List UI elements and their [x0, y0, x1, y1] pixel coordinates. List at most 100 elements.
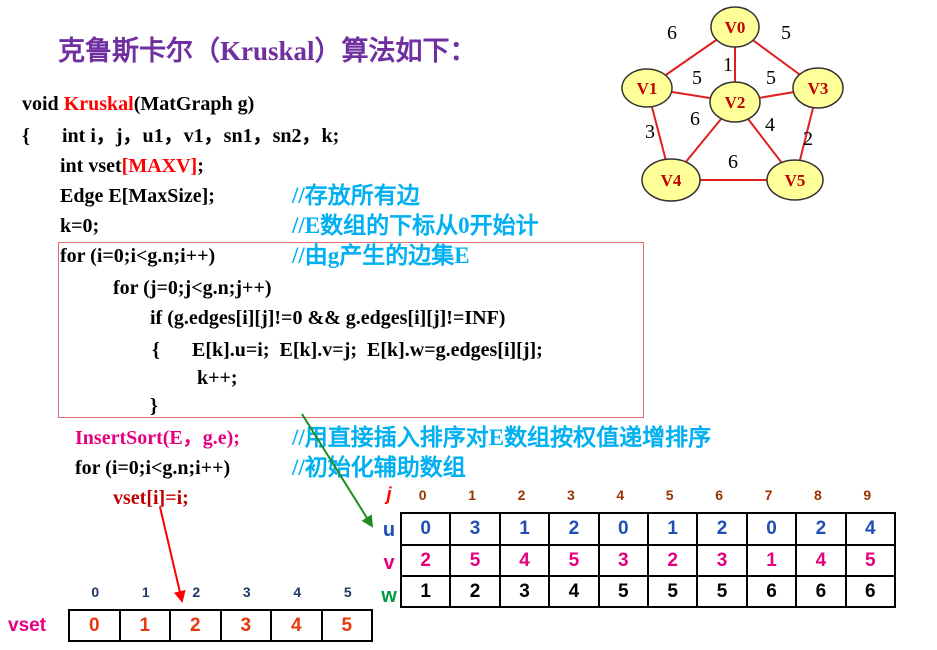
code-line-for-i: for (i=0;i<g.n;i++)	[60, 245, 216, 267]
edge-table-cell: 3	[698, 546, 748, 577]
graph-node-label: V5	[785, 171, 806, 190]
code-comment: //用直接插入排序对E数组按权值递增排序	[292, 425, 712, 450]
edge-v1-v4	[646, 87, 672, 181]
edge-weight-v4-v5: 6	[728, 151, 738, 173]
edge-index-label: 4	[616, 487, 625, 503]
edge-weight-v2-v5: 4	[765, 114, 775, 136]
edge-index-label: 7	[764, 487, 773, 503]
edge-weight-v1-v4: 3	[645, 121, 655, 143]
graph-edge-weights: 6 5 1 5 5 3 6 4 2 6	[645, 22, 813, 173]
edge-table-cell: 5	[846, 546, 896, 577]
vset-cell: 5	[322, 611, 373, 642]
vset-index-label: 2	[192, 584, 201, 600]
graph-node-v4: V4	[641, 158, 701, 202]
edge-table-cell: 1	[747, 546, 798, 577]
edge-table-cell: 2	[550, 514, 600, 546]
graph-node-label: V2	[725, 93, 746, 112]
code-text: (MatGraph g)	[133, 93, 255, 115]
edge-table-cell: 5	[550, 546, 600, 577]
edge-v2-v4	[670, 101, 736, 181]
vset-index-label: 3	[242, 584, 251, 600]
vset-index-row: 0 1 2 3 4 5	[70, 582, 373, 602]
graph-nodes: V0 V1 V2 V3 V4 V5	[621, 6, 844, 202]
edge-table-cell: 2	[402, 546, 452, 577]
vset-cell: 0	[70, 611, 121, 642]
graph-edges	[646, 26, 819, 181]
code-comment: //初始化辅助数组	[292, 455, 466, 480]
edge-table-cell: 4	[500, 546, 551, 577]
edge-index-label: 8	[813, 487, 822, 503]
edge-table-cell: 0	[402, 514, 452, 546]
graph-node-label: V1	[637, 79, 658, 98]
edge-table-cell: 5	[649, 577, 699, 608]
code-close-brace: }	[150, 395, 158, 417]
edge-index-header: j	[386, 484, 392, 504]
edge-table-cell: 6	[797, 577, 847, 608]
code-line-for-j: for (j=0;j<g.n;j++)	[113, 277, 272, 299]
code-line-vset-decl: int vset[MAXV];	[60, 154, 204, 178]
vset-cell: 1	[120, 611, 171, 642]
code-line-declarations: int i，j，u1，v1，sn1，sn2，k;	[62, 125, 340, 147]
code-comment: //E数组的下标从0开始计	[292, 213, 539, 238]
code-comment: //存放所有边	[292, 183, 420, 208]
vset-array-table: 012345	[68, 609, 373, 642]
edge-array-table: 031201202425453231451234555666	[400, 512, 896, 608]
code-line-k-init: k=0;	[60, 215, 100, 237]
code-open-brace: {	[152, 339, 160, 361]
edge-table-cell: 3	[599, 546, 649, 577]
code-text: void	[22, 93, 64, 115]
edge-weight-v0-v1: 6	[667, 22, 677, 44]
edge-row-label-w: w	[381, 585, 397, 607]
edge-weight-v2-v4: 6	[690, 108, 700, 130]
edge-row-label-u: u	[382, 519, 396, 541]
graph-node-label: V4	[661, 171, 682, 190]
code-line-insert-sort: InsertSort(E，g.e);	[75, 427, 240, 449]
edge-index-label: 6	[715, 487, 723, 503]
edge-weight-v0-v2: 1	[723, 54, 733, 76]
edge-table-cell: 0	[599, 514, 649, 546]
edge-index-label: 9	[863, 487, 872, 503]
vset-index-label: 0	[91, 584, 100, 600]
edge-table-cell: 2	[451, 577, 501, 608]
weighted-graph: 6 5 1 5 5 3 6 4 2 6 V0 V1 V2 V3 V4 V5	[621, 6, 844, 202]
edge-index-label: 1	[468, 487, 476, 503]
vset-index-label: 1	[141, 584, 150, 600]
edge-v0-v3	[734, 26, 819, 89]
code-open-brace: {	[22, 125, 30, 147]
code-line-signature: void Kruskal(MatGraph g)	[22, 92, 254, 116]
edge-table-cell: 2	[649, 546, 699, 577]
graph-node-v0: V0	[710, 6, 760, 48]
edge-table-cell: 4	[797, 546, 847, 577]
edge-v0-v1	[646, 26, 736, 89]
edge-table-cell: 6	[846, 577, 896, 608]
vset-index-label: 4	[293, 584, 302, 600]
code-highlight: [MAXV]	[121, 155, 198, 177]
edge-v2-v5	[734, 101, 796, 181]
edge-weight-v0-v3: 5	[781, 22, 791, 44]
graph-node-v2: V2	[709, 81, 761, 123]
edge-index-label: 0	[418, 487, 427, 503]
slide-title: 克鲁斯卡尔（Kruskal）算法如下：	[58, 36, 477, 66]
edge-collection-box	[58, 242, 644, 418]
edge-table-cell: 1	[402, 577, 452, 608]
vset-label: vset	[8, 615, 47, 636]
graph-node-label: V3	[808, 79, 829, 98]
vset-index-label: 5	[343, 584, 352, 600]
edge-table-cell: 5	[599, 577, 649, 608]
edge-weight-v1-v2: 5	[692, 67, 702, 89]
edge-v1-v2	[646, 87, 736, 103]
edge-v2-v3	[734, 87, 819, 103]
function-name: Kruskal	[63, 93, 134, 115]
edge-weight-v2-v3: 5	[766, 67, 776, 89]
code-line-edge-decl: Edge E[MaxSize];	[60, 185, 215, 207]
edge-table-cell: 2	[698, 514, 748, 546]
edge-table-cell: 2	[797, 514, 847, 546]
edge-table-cell: 5	[451, 546, 501, 577]
code-line-for-init: for (i=0;i<g.n;i++)	[75, 457, 231, 479]
edge-v3-v5	[794, 87, 819, 181]
vset-cell: 3	[221, 611, 272, 642]
code-line-assign-edge: E[k].u=i; E[k].v=j; E[k].w=g.edges[i][j]…	[192, 339, 543, 361]
edge-index-label: 3	[566, 487, 575, 503]
edge-table-cell: 3	[451, 514, 501, 546]
edge-table-cell: 3	[500, 577, 551, 608]
